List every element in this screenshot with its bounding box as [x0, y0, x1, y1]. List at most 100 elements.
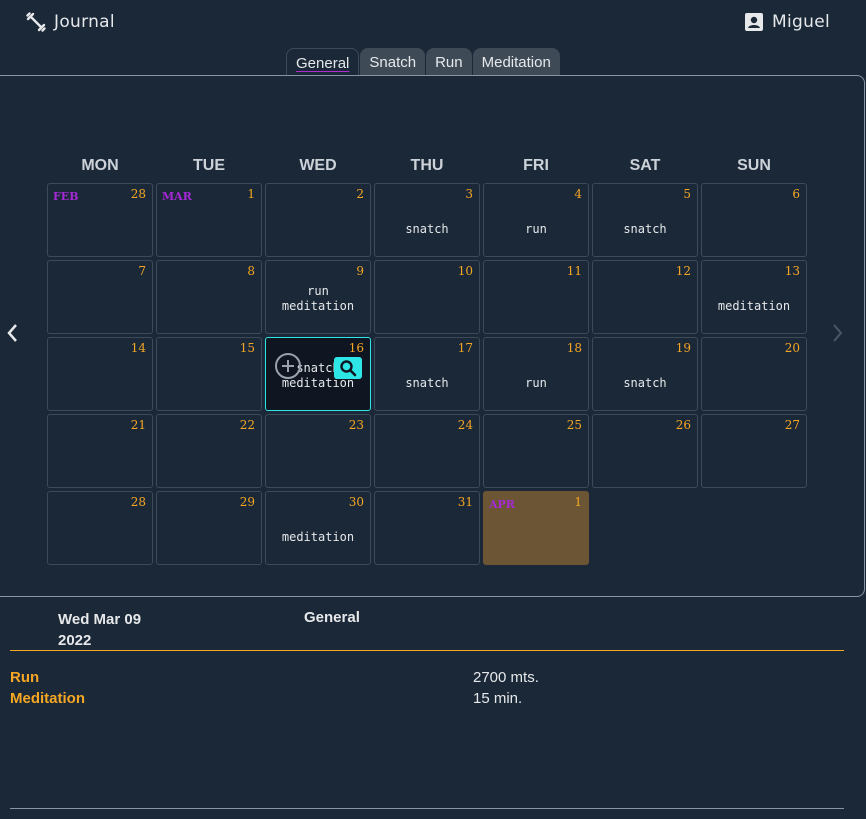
- day-number: 14: [130, 341, 146, 355]
- day-number: 12: [675, 264, 691, 278]
- calendar-day-cell[interactable]: APR 1: [483, 491, 589, 565]
- day-activities: meditation: [702, 299, 806, 314]
- day-number: 25: [566, 418, 582, 432]
- day-number: 13: [784, 264, 800, 278]
- calendar-day-cell[interactable]: 28: [47, 491, 153, 565]
- day-activities: snatch: [593, 376, 697, 391]
- day-number: 16: [348, 341, 364, 355]
- calendar-day-cell-selected[interactable]: 16 snatch meditation: [265, 337, 371, 411]
- tab-meditation[interactable]: Meditation: [472, 48, 560, 75]
- day-number: 23: [348, 418, 364, 432]
- activity-meditation: meditation: [281, 299, 355, 313]
- calendar-day-cell[interactable]: 21: [47, 414, 153, 488]
- calendar-day-cell[interactable]: 22: [156, 414, 262, 488]
- calendar-day-cell[interactable]: 19 snatch: [592, 337, 698, 411]
- activity-meditation: meditation: [281, 530, 355, 544]
- calendar-day-cell[interactable]: 9 run meditation: [265, 260, 371, 334]
- next-month-button[interactable]: [828, 320, 846, 346]
- calendar-day-cell[interactable]: 18 run: [483, 337, 589, 411]
- account-box-icon: [745, 13, 764, 31]
- day-number: 9: [356, 264, 364, 278]
- calendar-day-cell[interactable]: 10: [374, 260, 480, 334]
- tab-snatch[interactable]: Snatch: [360, 48, 426, 75]
- day-activities: meditation: [266, 530, 370, 545]
- add-circle-icon[interactable]: [273, 351, 303, 381]
- calendar-day-cell[interactable]: 14: [47, 337, 153, 411]
- user-menu[interactable]: Miguel: [744, 12, 830, 32]
- calendar-day-cell[interactable]: 5 snatch: [592, 183, 698, 257]
- day-number: 21: [130, 418, 146, 432]
- day-number: 8: [247, 264, 255, 278]
- calendar-day-cell[interactable]: 4 run: [483, 183, 589, 257]
- tab-general[interactable]: General: [286, 48, 360, 75]
- search-icon: [340, 360, 357, 377]
- calendar-day-cell[interactable]: 17 snatch: [374, 337, 480, 411]
- calendar-day-cell[interactable]: 13 meditation: [701, 260, 807, 334]
- day-activities: run: [484, 222, 588, 237]
- activity-snatch: snatch: [405, 376, 449, 390]
- day-number: 22: [239, 418, 255, 432]
- month-label: APR: [489, 498, 515, 511]
- day-activities: snatch: [375, 376, 479, 391]
- activity-run: run: [525, 376, 547, 390]
- month-label: FEB: [53, 190, 79, 203]
- tab-run[interactable]: Run: [426, 48, 472, 75]
- calendar-day-cell[interactable]: 23: [265, 414, 371, 488]
- calendar-day-cell[interactable]: 7: [47, 260, 153, 334]
- weekday-label: TUE: [193, 157, 225, 174]
- activity-run: run: [525, 222, 547, 236]
- calendar-day-cell[interactable]: 29: [156, 491, 262, 565]
- day-number: 7: [138, 264, 146, 278]
- weekday-label: SAT: [629, 157, 661, 174]
- search-button[interactable]: [334, 357, 362, 379]
- bottom-divider: [10, 808, 844, 809]
- prev-month-button[interactable]: [4, 320, 22, 346]
- selected-category: General: [304, 609, 360, 626]
- calendar-day-cell[interactable]: 8: [156, 260, 262, 334]
- entry-value-run: 2700 mts.: [473, 669, 539, 686]
- activity-snatch: snatch: [405, 222, 449, 236]
- calendar-day-cell[interactable]: 2: [265, 183, 371, 257]
- calendar-day-cell[interactable]: 31: [374, 491, 480, 565]
- chevron-right-icon: [833, 324, 843, 342]
- calendar-day-cell[interactable]: 30 meditation: [265, 491, 371, 565]
- calendar-day-cell[interactable]: FEB 28: [47, 183, 153, 257]
- day-number: 18: [566, 341, 582, 355]
- day-activities: run: [484, 376, 588, 391]
- entry-label-meditation: Meditation: [10, 690, 85, 707]
- day-number: 10: [457, 264, 473, 278]
- day-number: 26: [675, 418, 691, 432]
- day-number: 6: [792, 187, 800, 201]
- day-number: 24: [457, 418, 473, 432]
- day-number: 15: [239, 341, 255, 355]
- chevron-left-icon: [7, 324, 17, 342]
- entry-value-meditation: 15 min.: [473, 690, 523, 707]
- calendar-day-cell[interactable]: 24: [374, 414, 480, 488]
- day-number: 28: [130, 495, 146, 509]
- calendar-day-cell[interactable]: 12: [592, 260, 698, 334]
- dumbbell-icon: [26, 12, 46, 32]
- user-name: Miguel: [772, 12, 830, 32]
- activity-meditation: meditation: [717, 299, 791, 313]
- calendar-day-cell[interactable]: 25: [483, 414, 589, 488]
- weekday-label: SUN: [737, 157, 771, 174]
- app-brand[interactable]: Journal: [26, 12, 115, 32]
- day-number: 19: [675, 341, 691, 355]
- calendar-day-cell[interactable]: 15: [156, 337, 262, 411]
- calendar-day-cell[interactable]: 20: [701, 337, 807, 411]
- day-number: 11: [566, 264, 582, 278]
- category-tabs: General Snatch Run Meditation: [286, 48, 561, 75]
- selected-date: Wed Mar 09 2022: [58, 611, 142, 649]
- day-number: 31: [457, 495, 473, 509]
- calendar-day-cell[interactable]: 26: [592, 414, 698, 488]
- day-number: 17: [457, 341, 473, 355]
- calendar-day-cell[interactable]: 27: [701, 414, 807, 488]
- weekday-label: FRI: [523, 157, 549, 174]
- calendar-day-cell[interactable]: 3 snatch: [374, 183, 480, 257]
- calendar-day-cell[interactable]: 11: [483, 260, 589, 334]
- calendar-day-cell[interactable]: 6: [701, 183, 807, 257]
- calendar-day-cell[interactable]: MAR 1: [156, 183, 262, 257]
- day-number: 29: [239, 495, 255, 509]
- day-number: 1: [247, 187, 255, 201]
- month-label: MAR: [162, 190, 192, 203]
